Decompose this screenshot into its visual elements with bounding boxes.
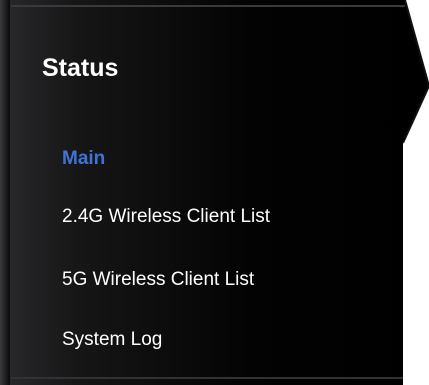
status-menu-screen: Status Main 2.4G Wireless Client List 5G… <box>0 0 429 385</box>
status-sidebar-menu: Status Main 2.4G Wireless Client List 5G… <box>0 0 410 385</box>
status-menu-title: Status <box>42 54 119 82</box>
menu-item-5g-wireless-client-list[interactable]: 5G Wireless Client List <box>62 268 254 292</box>
menu-item-system-log[interactable]: System Log <box>62 328 162 352</box>
menu-item-24g-wireless-client-list[interactable]: 2.4G Wireless Client List <box>62 205 270 229</box>
menu-item-main[interactable]: Main <box>62 147 105 171</box>
